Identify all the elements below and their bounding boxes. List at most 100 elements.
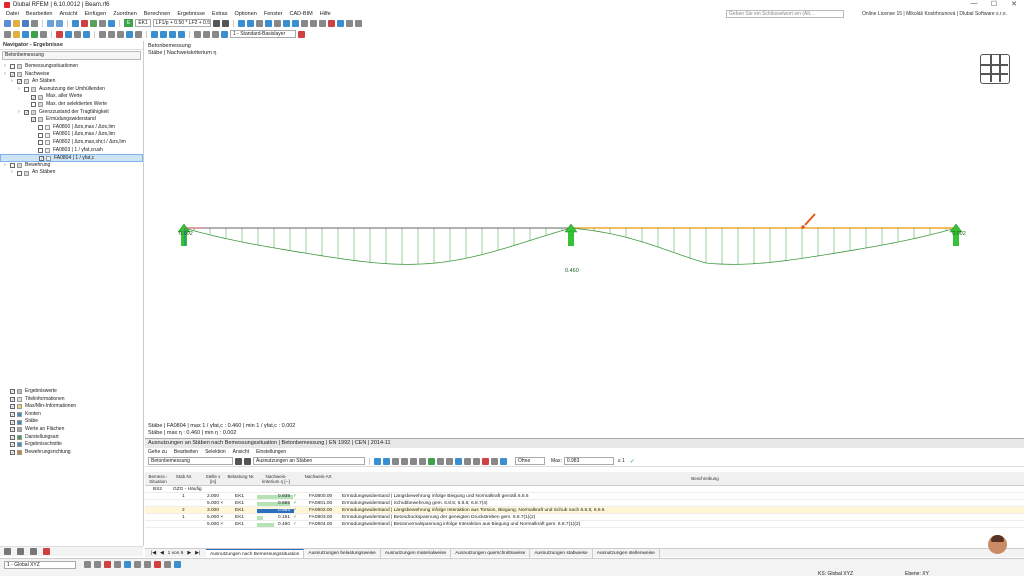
menu-datei[interactable]: Datei [6,11,19,17]
render-icon[interactable] [174,561,181,568]
model-viewport[interactable]: Betonbemessung Stäbe | Nachweiskriterium… [145,41,1024,438]
open-file-icon[interactable] [13,19,20,27]
view-iso-icon[interactable] [178,30,185,38]
tree-checkbox[interactable]: ✓ [31,117,36,123]
load-icon[interactable] [56,30,63,38]
solid-icon[interactable] [40,30,47,38]
animation-icon[interactable] [264,19,272,27]
tree-item[interactable]: ✓ Ergebnisschnitte [0,441,143,449]
columns-icon[interactable] [410,457,417,465]
rotate-icon[interactable] [309,19,317,27]
last-page-icon[interactable]: ▶| [195,551,200,556]
guide-icon[interactable] [124,561,131,568]
view-tab-icon[interactable] [30,548,37,555]
view-icon[interactable] [455,457,462,465]
tree-checkbox[interactable] [38,125,43,131]
pin-icon[interactable] [298,30,305,38]
expand-icon[interactable]: › [4,162,6,170]
settings-icon[interactable] [273,19,281,27]
view-side-icon[interactable] [169,30,176,38]
tree-item[interactable]: ✓ Knoten [0,411,143,419]
select-icon[interactable] [4,30,11,38]
tree-checkbox[interactable]: ✓ [10,404,15,410]
sort-icon[interactable] [419,457,426,465]
transparent-icon[interactable] [212,30,219,38]
tree-item[interactable]: ✓ FA0804 | 1 / γfat,c [0,154,143,162]
view-front-icon[interactable] [151,30,158,38]
hinge-icon[interactable] [74,30,81,38]
expand-icon[interactable]: › [4,63,6,71]
tree-item[interactable]: ✓ Titelinformationen [0,396,143,404]
tree-item[interactable]: ✓ Max. aller Werte [0,93,143,101]
view-icon[interactable] [282,19,290,27]
expand-icon[interactable]: › [18,86,20,94]
tree-item[interactable]: ✓ Ermüdungswiderstand [0,116,143,124]
surface-icon[interactable] [31,30,38,38]
tree-checkbox[interactable]: ✓ [10,412,15,418]
grid-icon[interactable] [345,19,353,27]
settings-icon[interactable] [500,457,507,465]
menu-ansicht[interactable]: Ansicht [59,11,77,17]
results-tab-icon[interactable] [43,548,50,555]
expand-icon[interactable]: › [4,71,6,79]
next-icon[interactable] [221,19,229,27]
load-combination-select[interactable]: LF1/p + 0.50 * LF2 + 0.50 * L... [152,19,211,27]
member-icon[interactable] [22,30,29,38]
calculate-icon[interactable] [81,19,88,27]
tree-item[interactable]: FA0802 | Δσs,max,shr,t / Δσs,lim [0,139,143,147]
view-icon[interactable] [291,19,299,27]
tree-item[interactable]: ✓ Darstellungsart [0,434,143,442]
table-row[interactable]: 5.000 × EK1 0.460 ✓ FA0804.00 Ermüdungswiders… [145,521,1024,528]
filter-icon[interactable] [255,19,263,27]
tree-item[interactable]: ✓ Bewehrungsrichtung [0,449,143,457]
tree-item[interactable]: › Bewehrung [0,162,143,170]
previous-icon[interactable] [212,19,220,27]
tree-item[interactable]: ✓ Ergebniswerte [0,388,143,396]
view-layer-select[interactable]: 1 - Standard-Basislayer [230,30,296,38]
ortho-icon[interactable] [104,561,111,568]
menu-zuordnen[interactable]: Zuordnen [113,11,137,17]
tree-item[interactable]: ✓ Werte an Flächen [0,426,143,434]
measure-icon[interactable] [144,561,151,568]
model-view-icon[interactable] [72,19,79,27]
table-row[interactable]: 5.000 × EK1 0.865 ✓ FA0801.00 Ermüdungswiders… [145,500,1024,507]
tab-by-location[interactable]: Ausnutzungen stellenweise [593,548,660,558]
error-icon[interactable] [482,457,489,465]
tree-checkbox[interactable]: ✓ [10,71,15,77]
tree-checkbox[interactable] [10,163,15,169]
tree-checkbox[interactable]: ✓ [10,396,15,402]
tree-checkbox[interactable]: ✓ [10,389,15,395]
report-icon[interactable] [473,457,480,465]
user-avatar[interactable] [988,535,1007,554]
close-icon[interactable]: ✕ [1004,0,1024,8]
check-icon[interactable] [108,19,115,27]
support-icon[interactable] [65,30,72,38]
filter-icon[interactable] [374,457,381,465]
view-icon[interactable] [164,561,171,568]
tree-checkbox[interactable] [31,102,36,108]
next-icon[interactable] [244,457,251,465]
section-icon[interactable] [327,19,335,27]
layers-icon[interactable] [221,30,228,38]
results-icon[interactable] [90,19,97,27]
snap-icon[interactable] [84,561,91,568]
excel-icon[interactable] [428,457,435,465]
save-icon[interactable] [22,19,29,27]
coordinate-system-select[interactable]: 1 - Global XYZ [4,561,76,569]
tree-checkbox[interactable]: ✓ [10,434,15,440]
maximize-icon[interactable]: ☐ [984,0,1004,8]
minimize-icon[interactable]: — [964,0,984,8]
expand-icon[interactable]: › [11,78,13,86]
table-icon[interactable] [99,19,106,27]
zoom-icon[interactable] [300,19,308,27]
tree-checkbox[interactable] [38,132,43,138]
navigator-selector[interactable]: Betonbemessung [2,51,141,60]
move-icon[interactable] [108,30,115,38]
prev-page-icon[interactable]: ◀ [160,551,164,556]
tab-by-member[interactable]: Ausnutzungen stabweise [530,548,593,558]
details-icon[interactable] [437,457,444,465]
menu-fenster[interactable]: Fenster [264,11,283,17]
max-value-input[interactable]: 0.983 [563,457,614,465]
next-page-icon[interactable]: ▶ [187,551,191,556]
search-icon[interactable] [491,457,498,465]
